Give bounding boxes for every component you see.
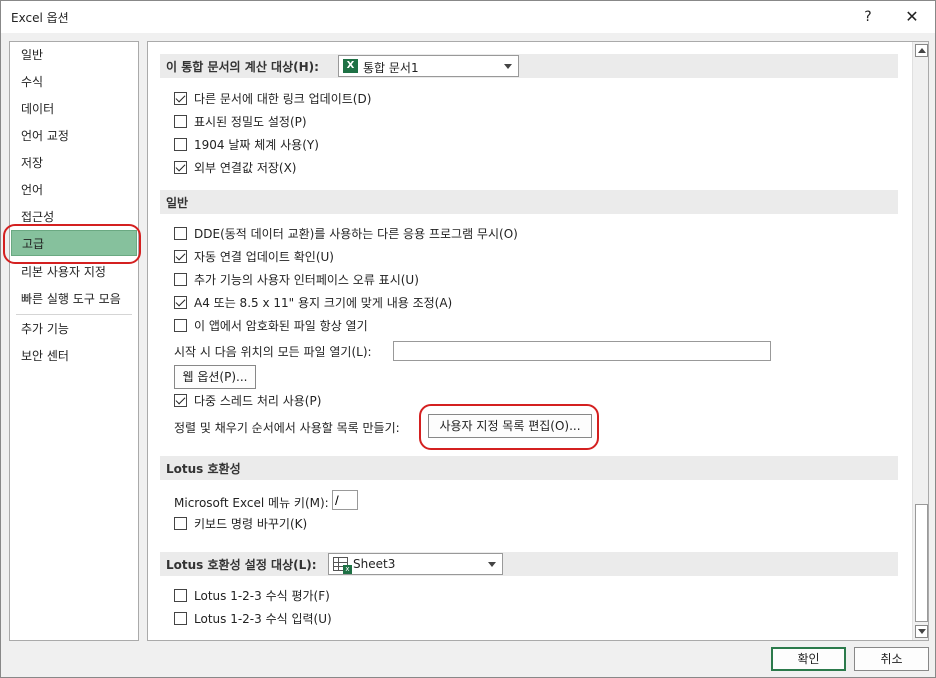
checkbox-open-encrypted-files[interactable] — [174, 319, 187, 332]
checkbox-scale-paper-size[interactable] — [174, 296, 187, 309]
checkbox-transition-formula-eval[interactable] — [174, 589, 187, 602]
lotus-settings-section-header: Lotus 호환성 설정 대상(L): — [160, 552, 898, 576]
option-label: 이 앱에서 암호화된 파일 항상 열기 — [194, 319, 368, 333]
scrollbar-thumb[interactable] — [915, 504, 928, 622]
worksheet-icon: x — [333, 557, 352, 574]
sheet-select[interactable]: x Sheet3 — [328, 553, 503, 575]
sidebar-item-quick-access-toolbar[interactable]: 빠른 실행 도구 모음 — [11, 286, 137, 312]
checkbox-show-addin-ui-errors[interactable] — [174, 273, 187, 286]
excel-workbook-icon: X — [343, 59, 358, 73]
option-label: 다른 문서에 대한 링크 업데이트(D) — [194, 92, 372, 106]
option-label: 추가 기능의 사용자 인터페이스 오류 표시(U) — [194, 273, 419, 287]
close-icon[interactable]: ✕ — [897, 5, 927, 29]
sidebar-nav: 일반 수식 데이터 언어 교정 저장 언어 접근성 고급 리본 사용자 지정 빠… — [9, 41, 139, 641]
scroll-down-icon[interactable] — [915, 625, 928, 638]
option-label: DDE(동적 데이터 교환)를 사용하는 다른 응용 프로그램 무시(O) — [194, 227, 518, 241]
checkbox-ignore-dde[interactable] — [174, 227, 187, 240]
startup-folder-label: 시작 시 다음 위치의 모든 파일 열기(L): — [174, 345, 372, 359]
option-label: 다중 스레드 처리 사용(P) — [194, 394, 322, 408]
sheet-select-value: Sheet3 — [353, 557, 396, 571]
highlight-advanced-nav — [3, 224, 141, 264]
calc-section-title: 이 통합 문서의 계산 대상(H): — [166, 60, 319, 74]
checkbox-ask-update-links[interactable] — [174, 250, 187, 263]
sidebar-item-save[interactable]: 저장 — [11, 150, 137, 176]
chevron-down-icon[interactable] — [504, 64, 512, 69]
sidebar-item-language[interactable]: 언어 — [11, 177, 137, 203]
option-label: 키보드 명령 바꾸기(K) — [194, 517, 308, 531]
scroll-up-icon[interactable] — [915, 44, 928, 57]
ok-button[interactable]: 확인 — [771, 647, 846, 671]
advanced-options-panel: 이 통합 문서의 계산 대상(H): X 통합 문서1 다른 문서에 대한 링크… — [147, 41, 929, 641]
lotus-section-title: Lotus 호환성 — [166, 462, 241, 476]
checkbox-multithreaded-calc[interactable] — [174, 394, 187, 407]
cancel-button[interactable]: 취소 — [854, 647, 929, 671]
menu-key-label: Microsoft Excel 메뉴 키(M): — [174, 496, 329, 510]
sidebar-item-general[interactable]: 일반 — [11, 42, 137, 68]
sidebar-item-proofing[interactable]: 언어 교정 — [11, 123, 137, 149]
title-bar: Excel 옵션 ? ✕ — [1, 1, 935, 33]
nav-divider — [16, 314, 132, 315]
general-section-header: 일반 — [160, 190, 898, 214]
sidebar-item-add-ins[interactable]: 추가 기능 — [11, 316, 137, 342]
checkbox-1904-date-system[interactable] — [174, 138, 187, 151]
lotus-settings-section-title: Lotus 호환성 설정 대상(L): — [166, 558, 317, 572]
option-label: Lotus 1-2-3 수식 평가(F) — [194, 589, 330, 603]
option-label: 자동 연결 업데이트 확인(U) — [194, 250, 334, 264]
option-label: 외부 연결값 저장(X) — [194, 161, 297, 175]
lotus-section-header: Lotus 호환성 — [160, 456, 898, 480]
checkbox-precision-as-displayed[interactable] — [174, 115, 187, 128]
chevron-down-icon[interactable] — [488, 562, 496, 567]
option-label: 1904 날짜 체계 사용(Y) — [194, 138, 319, 152]
checkbox-update-links[interactable] — [174, 92, 187, 105]
help-button[interactable]: ? — [853, 5, 883, 29]
option-label: A4 또는 8.5 x 11" 용지 크기에 맞게 내용 조정(A) — [194, 296, 453, 310]
option-label: 표시된 정밀도 설정(P) — [194, 115, 307, 129]
menu-key-input[interactable] — [332, 490, 358, 510]
window-title: Excel 옵션 — [11, 11, 69, 25]
checkbox-transition-nav-keys[interactable] — [174, 517, 187, 530]
sidebar-item-trust-center[interactable]: 보안 센터 — [11, 343, 137, 369]
checkbox-transition-formula-entry[interactable] — [174, 612, 187, 625]
checkbox-save-external-link-values[interactable] — [174, 161, 187, 174]
option-label: Lotus 1-2-3 수식 입력(U) — [194, 612, 332, 626]
workbook-select-value: 통합 문서1 — [363, 61, 419, 75]
workbook-select[interactable]: X 통합 문서1 — [338, 55, 519, 77]
excel-options-dialog: Excel 옵션 ? ✕ 일반 수식 데이터 언어 교정 저장 언어 접근성 고… — [0, 0, 936, 678]
startup-folder-input[interactable] — [393, 341, 771, 361]
web-options-button[interactable]: 웹 옵션(P)... — [174, 365, 256, 389]
custom-list-label: 정렬 및 채우기 순서에서 사용할 목록 만들기: — [174, 421, 400, 435]
calc-section-header: 이 통합 문서의 계산 대상(H): — [160, 54, 898, 78]
sidebar-item-formulas[interactable]: 수식 — [11, 69, 137, 95]
sidebar-item-data[interactable]: 데이터 — [11, 96, 137, 122]
highlight-edit-custom-lists — [419, 404, 599, 450]
vertical-scrollbar[interactable] — [912, 42, 928, 640]
general-section-title: 일반 — [166, 196, 189, 210]
